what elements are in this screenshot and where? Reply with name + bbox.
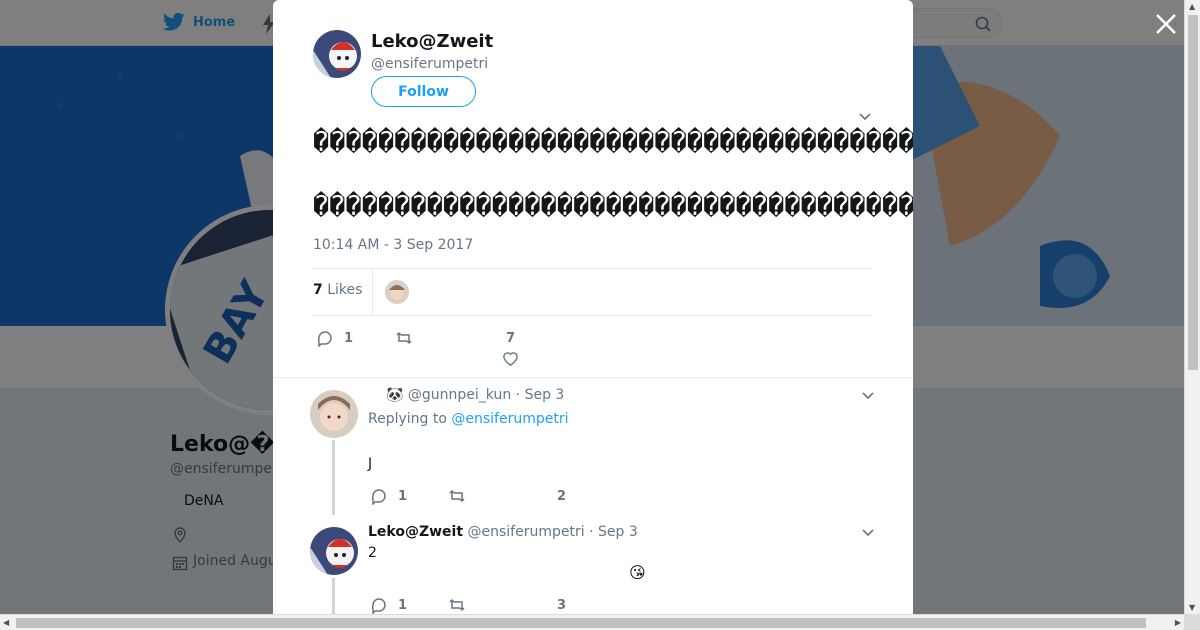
divider xyxy=(372,269,373,315)
scroll-down-arrow-icon[interactable]: ▼ xyxy=(1189,603,1195,612)
thread-line xyxy=(332,440,335,515)
vertical-scrollbar[interactable]: ▲ ▼ xyxy=(1184,0,1200,614)
reply-text: 2 xyxy=(368,545,377,561)
panda-emoji: 🐼 xyxy=(386,387,404,403)
tweet-modal: Leko@Zweit @ensiferumpetri Follow ������… xyxy=(273,0,913,614)
like-button[interactable]: 7 xyxy=(502,331,519,367)
replying-to: Replying to @ensiferumpetri xyxy=(368,411,569,427)
divider xyxy=(273,377,913,378)
reply-count: 1 xyxy=(398,597,408,613)
reply-date[interactable]: · Sep 3 xyxy=(589,524,638,540)
heart-icon xyxy=(503,352,518,366)
like-count: 7 xyxy=(505,331,516,346)
liker-avatar[interactable] xyxy=(385,280,409,304)
like-count: 2 xyxy=(557,489,567,504)
reply-count: 1 xyxy=(344,330,354,346)
reply-button[interactable]: 1 xyxy=(370,596,407,614)
replying-to-handle-link[interactable]: @ensiferumpetri xyxy=(451,411,568,427)
horizontal-scrollbar[interactable]: ◀ ▶ xyxy=(0,614,1184,630)
likes-stat[interactable]: 7 Likes xyxy=(313,282,362,298)
reply-button[interactable]: 1 xyxy=(316,329,353,347)
chevron-down-icon[interactable] xyxy=(861,528,875,538)
reply-count: 1 xyxy=(398,488,408,504)
retweet-icon xyxy=(449,489,465,503)
like-button[interactable]: 3 xyxy=(557,598,566,613)
reply-action-bar: 1 3 xyxy=(368,596,668,614)
reply-icon xyxy=(371,598,386,614)
scroll-up-arrow-icon[interactable]: ▲ xyxy=(1189,2,1195,11)
retweet-icon xyxy=(396,331,412,345)
scroll-left-arrow-icon[interactable]: ◀ xyxy=(3,618,9,627)
reply-icon xyxy=(317,331,332,347)
follow-button[interactable]: Follow xyxy=(371,76,476,107)
reply-icon xyxy=(371,489,386,505)
scrollbar-thumb[interactable] xyxy=(16,618,1146,628)
retweet-button[interactable] xyxy=(395,329,423,347)
scrollbar-thumb[interactable] xyxy=(1188,15,1198,370)
reply-button[interactable]: 1 xyxy=(370,487,407,505)
scroll-right-arrow-icon[interactable]: ▶ xyxy=(1175,618,1181,627)
tweet-action-bar: 1 7 xyxy=(313,326,873,366)
likes-count: 7 xyxy=(313,282,323,298)
tweet-timestamp[interactable]: 10:14 AM - 3 Sep 2017 xyxy=(313,237,473,253)
tweet-stats: 7 Likes xyxy=(313,268,873,316)
chevron-down-icon[interactable] xyxy=(861,391,875,401)
reply-header: 🐼 @gunnpei_kun · Sep 3 xyxy=(386,387,564,403)
reply-author-handle[interactable]: @ensiferumpetri xyxy=(468,524,585,540)
replying-to-label: Replying to xyxy=(368,411,447,427)
tweet-author-avatar[interactable] xyxy=(313,30,361,78)
tweet-text-line: ����������������������������������������… xyxy=(313,191,913,222)
close-icon[interactable] xyxy=(1154,12,1178,36)
likes-label: Likes xyxy=(327,282,363,298)
like-button[interactable]: 2 xyxy=(557,489,566,504)
tweet-text-line: ����������������������������������������… xyxy=(313,127,913,158)
like-count: 3 xyxy=(557,598,567,613)
reply-author-name[interactable]: Leko@Zweit xyxy=(368,524,463,540)
retweet-button[interactable] xyxy=(448,487,476,505)
retweet-icon xyxy=(449,598,465,612)
reply-action-bar: 1 2 xyxy=(368,487,668,507)
tweet-author-name[interactable]: Leko@Zweit xyxy=(371,31,493,52)
scrollbar-corner xyxy=(1184,614,1200,630)
chevron-down-icon[interactable] xyxy=(858,112,872,122)
tweet-author-handle[interactable]: @ensiferumpetri xyxy=(371,56,488,72)
reply-author-handle[interactable]: @gunnpei_kun xyxy=(408,387,511,403)
reply-header: Leko@Zweit @ensiferumpetri · Sep 3 xyxy=(368,524,638,540)
thread-line xyxy=(332,578,335,614)
reply-author-avatar[interactable] xyxy=(310,390,358,438)
retweet-button[interactable] xyxy=(448,596,476,614)
reply-date[interactable]: · Sep 3 xyxy=(516,387,565,403)
reply-text: J xyxy=(368,456,373,472)
reply-author-avatar[interactable] xyxy=(310,527,358,575)
kissing-face-emoji: 😘 xyxy=(629,563,646,582)
